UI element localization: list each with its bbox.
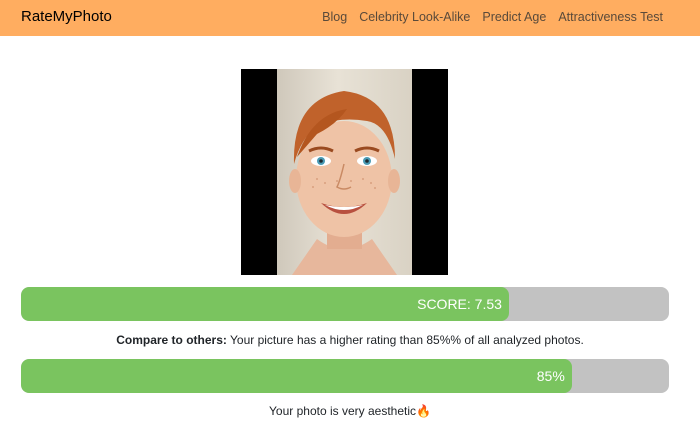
fire-icon: 🔥 (416, 404, 431, 418)
navbar: RateMyPhoto Blog Celebrity Look-Alike Pr… (0, 0, 700, 36)
nav-link-attractiveness-test[interactable]: Attractiveness Test (558, 10, 663, 24)
portrait-image (277, 69, 412, 275)
nav-link-blog[interactable]: Blog (322, 10, 347, 24)
uploaded-photo (241, 69, 448, 275)
compare-label: Compare to others: (116, 333, 227, 347)
compare-text: Compare to others: Your picture has a hi… (0, 333, 700, 347)
percentile-bar-fill: 85% (21, 359, 572, 393)
compare-sentence: Your picture has a higher rating than 85… (226, 333, 584, 347)
percentile-bar: 85% (21, 359, 669, 393)
verdict-sentence: Your photo is very aesthetic (269, 404, 417, 418)
score-label: SCORE: 7.53 (417, 296, 502, 312)
score-bar-fill: SCORE: 7.53 (21, 287, 509, 321)
score-bar: SCORE: 7.53 (21, 287, 669, 321)
verdict-text: Your photo is very aesthetic🔥 (0, 404, 700, 418)
nav-links: Blog Celebrity Look-Alike Predict Age At… (322, 10, 663, 24)
nav-link-predict-age[interactable]: Predict Age (482, 10, 546, 24)
percentile-label: 85% (536, 368, 565, 384)
brand-logo-link[interactable]: RateMyPhoto (21, 8, 112, 25)
nav-link-celebrity-look-alike[interactable]: Celebrity Look-Alike (359, 10, 470, 24)
portrait-illustration (289, 91, 400, 275)
